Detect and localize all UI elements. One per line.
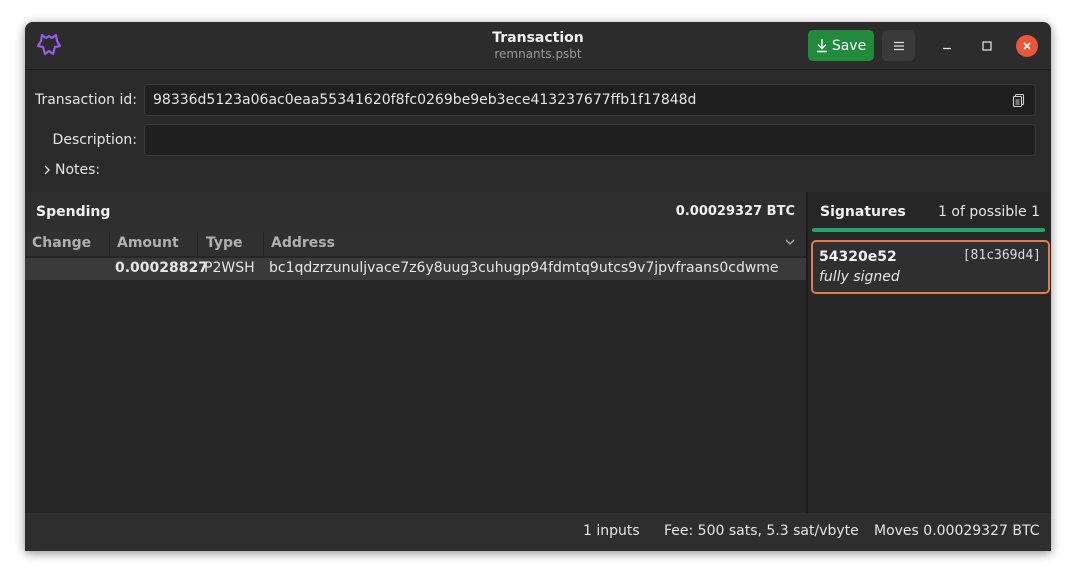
spending-title: Spending xyxy=(36,204,111,220)
column-divider xyxy=(263,232,264,256)
signature-fingerprint: [81c369d4] xyxy=(962,248,1041,263)
transaction-window: Transaction remnants.psbt Save Transacti… xyxy=(25,22,1051,551)
chevron-down-icon[interactable] xyxy=(784,236,796,248)
signature-id: 54320e52 xyxy=(819,249,897,265)
close-icon xyxy=(1023,42,1031,50)
txid-value: 98336d5123a06ac0eaa55341620f8fc0269be9eb… xyxy=(153,92,697,108)
cell-type: P2WSH xyxy=(204,260,255,276)
signatures-panel: Signatures 1 of possible 1 54320e52 [81c… xyxy=(808,192,1051,513)
header-bar: Transaction remnants.psbt Save xyxy=(25,22,1051,70)
cell-amount: 0.00028827 xyxy=(115,260,208,276)
save-label: Save xyxy=(831,37,867,54)
signatures-title: Signatures xyxy=(820,204,906,220)
txid-field[interactable]: 98336d5123a06ac0eaa55341620f8fc0269be9eb… xyxy=(144,84,1036,116)
column-header-address[interactable]: Address xyxy=(271,235,335,251)
maximize-icon xyxy=(982,41,992,51)
notes-expander[interactable]: Notes: xyxy=(43,162,100,178)
signatures-progress xyxy=(812,228,1045,232)
column-divider xyxy=(109,232,110,256)
download-icon xyxy=(816,39,827,53)
minimize-icon xyxy=(943,47,951,50)
description-field[interactable] xyxy=(144,124,1036,156)
chevron-right-icon xyxy=(44,165,50,175)
fee-info: Fee: 500 sats, 5.3 sat/vbyte xyxy=(664,523,859,539)
signatures-progress-fill xyxy=(812,228,1045,232)
maximize-button[interactable] xyxy=(976,35,998,57)
minimize-button[interactable] xyxy=(936,35,958,57)
spending-total: 0.00029327 BTC xyxy=(675,204,795,219)
signatures-count: 1 of possible 1 xyxy=(938,204,1040,220)
column-header-type[interactable]: Type xyxy=(206,235,243,251)
notes-label: Notes: xyxy=(55,162,101,178)
column-divider xyxy=(197,232,198,256)
inputs-count: 1 inputs xyxy=(583,523,640,539)
table-header: Change Amount Type Address xyxy=(25,232,806,256)
spending-header: Spending 0.00029327 BTC xyxy=(25,192,806,232)
moves-info: Moves 0.00029327 BTC xyxy=(874,523,1040,539)
close-button[interactable] xyxy=(1016,35,1038,57)
signature-card[interactable]: 54320e52 [81c369d4] fully signed xyxy=(811,240,1050,294)
copy-icon[interactable] xyxy=(1012,93,1026,107)
txid-label: Transaction id: xyxy=(34,92,137,108)
column-header-change[interactable]: Change xyxy=(32,235,91,251)
hamburger-menu-icon xyxy=(893,41,904,50)
signature-status: fully signed xyxy=(819,269,900,285)
column-header-amount[interactable]: Amount xyxy=(117,235,179,251)
menu-button[interactable] xyxy=(882,30,915,61)
save-button[interactable]: Save xyxy=(808,30,874,61)
description-label: Description: xyxy=(52,132,137,148)
cell-address: bc1qdzrzunuljvace7z6y8uug3cuhugp94fdmtq9… xyxy=(269,260,779,276)
status-bar: 1 inputs Fee: 500 sats, 5.3 sat/vbyte Mo… xyxy=(25,513,1051,551)
spending-panel: Spending 0.00029327 BTC Change Amount Ty… xyxy=(25,192,806,513)
table-row[interactable]: 0.00028827 P2WSH bc1qdzrzunuljvace7z6y8u… xyxy=(25,258,806,280)
